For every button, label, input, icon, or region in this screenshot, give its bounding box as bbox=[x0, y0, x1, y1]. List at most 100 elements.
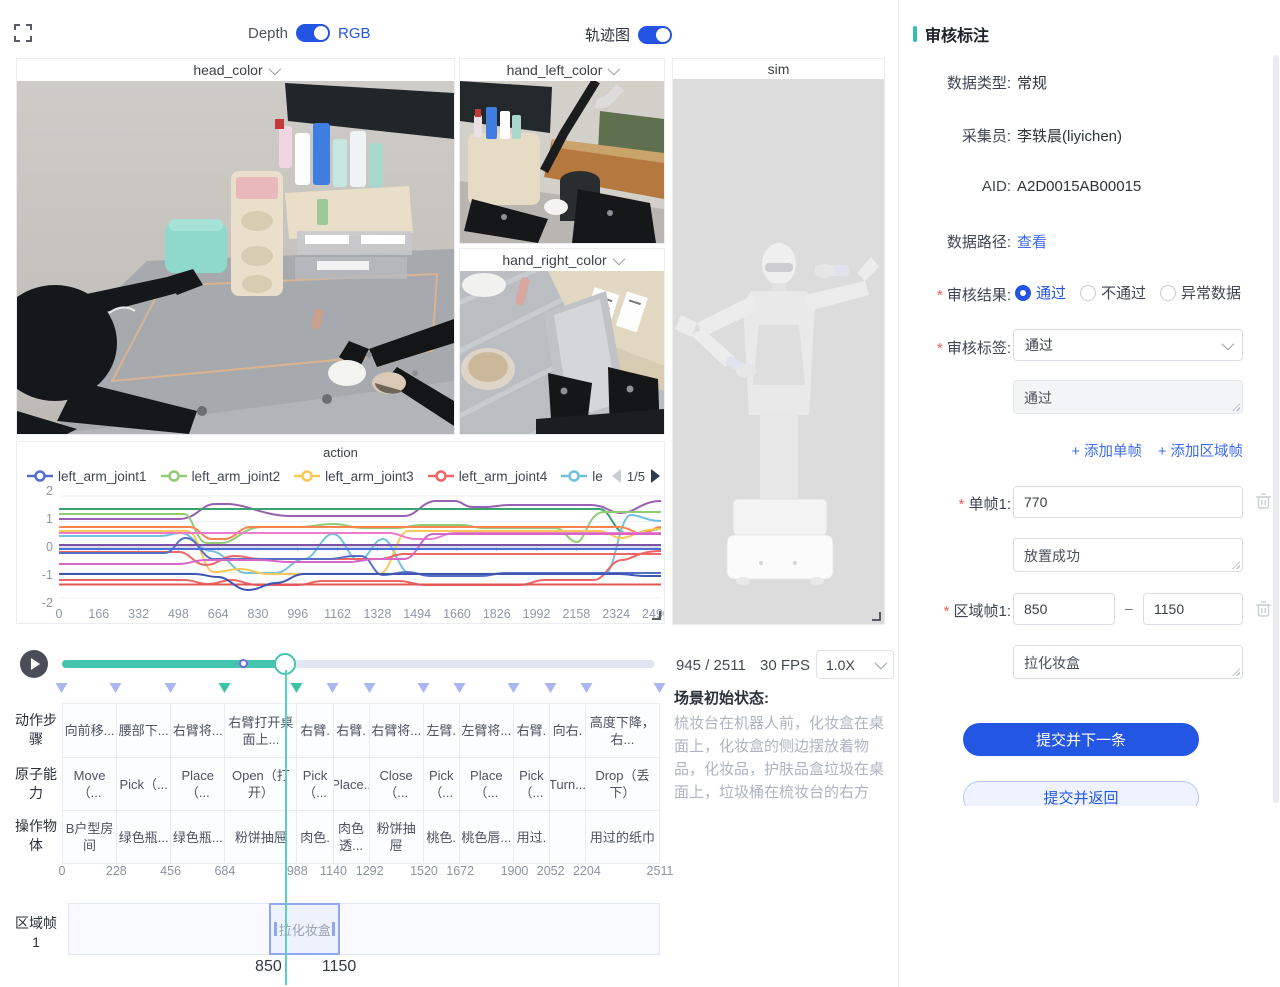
legend-prev-icon[interactable] bbox=[612, 469, 621, 483]
hand-right-camera-image bbox=[460, 271, 664, 434]
textarea-resize-grip-icon[interactable] bbox=[1232, 403, 1240, 411]
table-cell[interactable]: 右臂. bbox=[297, 704, 333, 757]
table-cell[interactable]: 向前移... bbox=[63, 704, 117, 757]
table-cell[interactable]: 左臂. bbox=[424, 704, 460, 757]
textarea-resize-grip-icon[interactable] bbox=[1232, 561, 1240, 569]
speed-select[interactable]: 1.0X bbox=[816, 650, 894, 679]
legend-item-left_arm_joint2[interactable]: left_arm_joint2 bbox=[161, 469, 281, 484]
table-cell[interactable]: 桃色. bbox=[424, 811, 460, 863]
timeline-marker-icon[interactable] bbox=[164, 683, 176, 693]
table-cell[interactable]: Pick（... bbox=[117, 758, 171, 810]
table-cell[interactable]: 右臂. bbox=[334, 704, 370, 757]
resize-handle-icon[interactable] bbox=[652, 611, 661, 620]
timeline-marker-icon[interactable] bbox=[544, 683, 556, 693]
timeline-marker-icon[interactable] bbox=[291, 683, 303, 693]
legend-item-left_arm_joint4[interactable]: left_arm_joint4 bbox=[428, 469, 548, 484]
review-result-option-1[interactable]: 通过 bbox=[1015, 282, 1066, 303]
review-result-option-2[interactable]: 不通过 bbox=[1080, 282, 1146, 303]
table-cell[interactable]: 绿色瓶... bbox=[171, 811, 225, 863]
region-resize-right-handle[interactable] bbox=[332, 922, 335, 936]
submit-back-button[interactable]: 提交并返回 bbox=[963, 781, 1199, 806]
table-cell[interactable]: 绿色瓶... bbox=[117, 811, 171, 863]
table-cell[interactable]: Pick（... bbox=[297, 758, 333, 810]
region-frame-note-textarea[interactable]: 拉化妆盒 bbox=[1013, 645, 1243, 679]
table-cell[interactable]: 桃色唇... bbox=[460, 811, 514, 863]
legend-item-left_arm_joint1[interactable]: left_arm_joint1 bbox=[27, 469, 147, 484]
data-path-view-link[interactable]: 查看 bbox=[1017, 231, 1047, 252]
legend-item-le[interactable]: le bbox=[561, 469, 603, 484]
region-frame-track[interactable]: 拉化妆盒 bbox=[68, 903, 660, 955]
add-region-frame-link[interactable]: + 添加区域帧 bbox=[1158, 440, 1243, 461]
table-cell[interactable]: 肉色透... bbox=[334, 811, 370, 863]
timeline-marker-icon[interactable] bbox=[110, 683, 122, 693]
radio-icon[interactable] bbox=[1080, 285, 1096, 301]
table-cell[interactable]: 粉饼抽屉 bbox=[370, 811, 424, 863]
hand-left-camera-header[interactable]: hand_left_color bbox=[460, 59, 664, 81]
table-cell[interactable]: Move（... bbox=[63, 758, 117, 810]
timeline-marker-icon[interactable] bbox=[580, 683, 592, 693]
resize-handle-icon[interactable] bbox=[872, 612, 881, 621]
table-cell[interactable]: 用过的纸巾 bbox=[586, 811, 659, 863]
region-start-input[interactable]: 850 bbox=[1013, 593, 1115, 625]
table-cell[interactable]: Turn... bbox=[550, 758, 586, 810]
sim-viewport[interactable] bbox=[673, 79, 884, 624]
table-cell[interactable]: Place（... bbox=[460, 758, 514, 810]
table-cell[interactable]: Pick（... bbox=[424, 758, 460, 810]
submit-next-button[interactable]: 提交并下一条 bbox=[963, 723, 1199, 756]
depth-rgb-switch[interactable] bbox=[296, 24, 330, 42]
radio-icon[interactable] bbox=[1160, 285, 1176, 301]
frame-scale-label: 2204 bbox=[573, 864, 601, 878]
timeline-marker-icon[interactable] bbox=[218, 683, 230, 693]
table-cell[interactable]: 向右. bbox=[550, 704, 586, 757]
timeline-marker-icon[interactable] bbox=[327, 683, 339, 693]
region-frame-block[interactable]: 拉化妆盒 bbox=[269, 903, 340, 955]
hand-right-camera-header[interactable]: hand_right_color bbox=[460, 249, 664, 271]
timeline-marker-icon[interactable] bbox=[417, 683, 429, 693]
right-pane-scrollbar[interactable] bbox=[1273, 55, 1279, 803]
textarea-resize-grip-icon[interactable] bbox=[1232, 668, 1240, 676]
table-cell[interactable]: 右臂将... bbox=[370, 704, 424, 757]
fullscreen-icon[interactable] bbox=[12, 22, 34, 44]
legend-next-icon[interactable] bbox=[651, 469, 660, 483]
table-cell[interactable]: 左臂将... bbox=[460, 704, 514, 757]
legend-item-left_arm_joint3[interactable]: left_arm_joint3 bbox=[294, 469, 414, 484]
radio-icon[interactable] bbox=[1015, 285, 1031, 301]
delete-region-frame-icon[interactable] bbox=[1255, 600, 1272, 618]
timeline-marker-icon[interactable] bbox=[363, 683, 375, 693]
single-frame-input[interactable]: 770 bbox=[1013, 486, 1243, 518]
table-cell[interactable]: 腰部下... bbox=[117, 704, 171, 757]
legend-marker-icon bbox=[294, 470, 320, 482]
table-cell[interactable]: 肉色. bbox=[297, 811, 333, 863]
table-cell[interactable]: Drop（丢下） bbox=[586, 758, 659, 810]
table-cell[interactable]: Pick（... bbox=[514, 758, 550, 810]
region-resize-left-handle[interactable] bbox=[274, 922, 277, 936]
add-single-frame-link[interactable]: + 添加单帧 bbox=[1072, 440, 1143, 461]
timeline-marker-icon[interactable] bbox=[56, 683, 68, 693]
region-frame-note-text: 拉化妆盒 bbox=[1024, 655, 1080, 671]
table-cell[interactable]: 用过. bbox=[514, 811, 550, 863]
head-camera-header[interactable]: head_color bbox=[17, 59, 454, 81]
trajectory-switch[interactable] bbox=[638, 26, 672, 44]
timeline-marker-icon[interactable] bbox=[454, 683, 466, 693]
table-cell[interactable]: Place.. bbox=[334, 758, 370, 810]
timeline-marker-icon[interactable] bbox=[508, 683, 520, 693]
review-tag-note-textarea[interactable]: 通过 bbox=[1013, 380, 1243, 414]
table-cell[interactable] bbox=[550, 811, 586, 863]
timeline-marker-icon[interactable] bbox=[654, 683, 666, 693]
delete-single-frame-icon[interactable] bbox=[1255, 492, 1272, 510]
table-cell[interactable]: 右臂. bbox=[514, 704, 550, 757]
table-cell[interactable]: 右臂将... bbox=[171, 704, 225, 757]
table-cell[interactable]: Close（... bbox=[370, 758, 424, 810]
review-result-option-3[interactable]: 异常数据 bbox=[1160, 282, 1241, 303]
single-frame-label: 单帧1: bbox=[899, 493, 1011, 514]
review-result-label: 审核结果: bbox=[899, 284, 1011, 305]
review-tag-select[interactable]: 通过 bbox=[1013, 329, 1243, 361]
single-frame-note-textarea[interactable]: 放置成功 bbox=[1013, 538, 1243, 572]
table-cell[interactable]: Place（... bbox=[171, 758, 225, 810]
table-cell[interactable]: B户型房间 bbox=[63, 811, 117, 863]
table-cell[interactable]: 高度下降，右... bbox=[586, 704, 659, 757]
review-pane: 审核标注 数据类型: 常规 采集员: 李轶晨(liyichen) AID: A2… bbox=[898, 0, 1280, 987]
play-button[interactable] bbox=[20, 650, 48, 678]
chart-plot-area[interactable] bbox=[59, 491, 661, 603]
region-end-input[interactable]: 1150 bbox=[1143, 593, 1243, 625]
